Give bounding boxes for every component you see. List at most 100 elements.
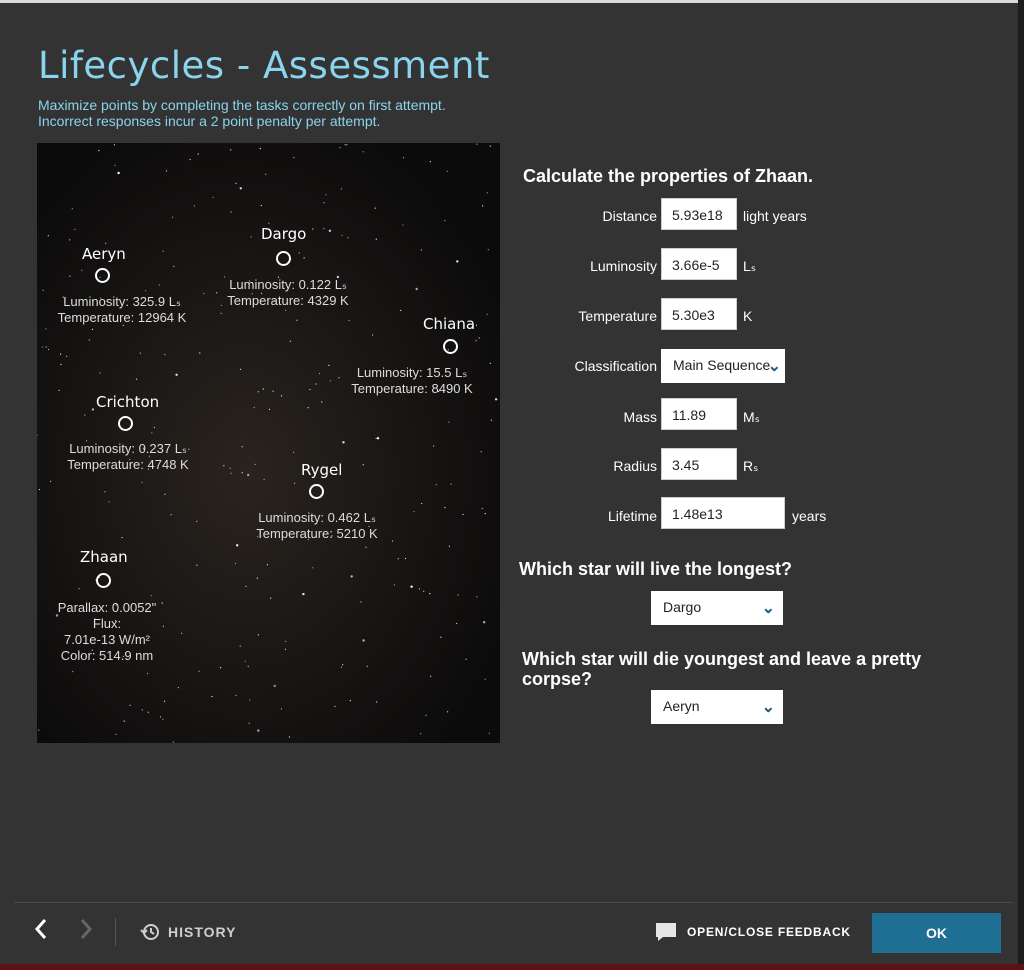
star-info-aeryn-temperature: Temperature: 12964 K	[57, 310, 187, 325]
radius-input[interactable]: 3.45	[661, 448, 737, 480]
classification-select[interactable]: Main Sequence ⌄	[661, 349, 785, 383]
background-star	[159, 716, 162, 718]
longest-life-select-value: Dargo	[663, 599, 702, 615]
mass-unit: Mₛ	[743, 409, 760, 425]
background-star	[260, 204, 262, 207]
background-star	[328, 229, 332, 232]
background-star	[212, 196, 214, 198]
background-star	[329, 380, 331, 382]
star-marker-chiana[interactable]	[443, 339, 458, 354]
background-star	[374, 207, 376, 209]
lifetime-input[interactable]: 1.48e13	[661, 497, 785, 529]
page-title: Lifecycles - Assessment	[38, 44, 490, 87]
background-star	[241, 472, 243, 474]
question-die-youngest: Which star will die youngest and leave a…	[522, 649, 921, 689]
star-info-zhaan-flux-label: Flux:	[92, 616, 122, 631]
background-star	[393, 584, 395, 586]
die-youngest-select[interactable]: Aeryn ⌄	[651, 690, 783, 724]
background-star	[456, 260, 459, 263]
background-star	[307, 407, 309, 409]
luminosity-input[interactable]: 3.66e-5	[661, 248, 737, 280]
ok-button[interactable]: OK	[872, 913, 1001, 953]
background-star	[47, 235, 49, 237]
background-star	[230, 211, 232, 213]
background-star	[257, 729, 260, 732]
star-info-chiana-temperature: Temperature: 8490 K	[351, 381, 473, 396]
background-star	[189, 158, 191, 161]
background-star	[296, 319, 298, 321]
history-button[interactable]: HISTORY	[140, 922, 236, 942]
background-star	[263, 478, 265, 481]
background-star	[88, 339, 90, 341]
background-star	[402, 224, 404, 226]
background-star	[146, 672, 149, 675]
star-marker-aeryn[interactable]	[95, 268, 110, 283]
back-button[interactable]	[33, 916, 49, 949]
background-star	[375, 238, 377, 240]
star-info-rygel-temperature: Temperature: 5210 K	[256, 526, 378, 541]
luminosity-label: Luminosity	[590, 258, 657, 274]
star-label-crichton: Crichton	[96, 393, 160, 411]
background-star	[91, 328, 94, 330]
star-marker-zhaan[interactable]	[96, 573, 111, 588]
background-star	[435, 484, 437, 486]
background-star	[37, 434, 38, 436]
background-star	[321, 401, 323, 403]
background-star	[348, 319, 350, 322]
star-marker-dargo[interactable]	[276, 251, 291, 266]
background-star	[45, 346, 47, 348]
window-top-border	[0, 0, 1018, 3]
background-star	[481, 507, 483, 510]
instructions-line-1: Maximize points by completing the tasks …	[38, 97, 446, 113]
longest-life-select[interactable]: Dargo ⌄	[651, 591, 783, 625]
star-marker-rygel[interactable]	[309, 484, 324, 499]
background-star	[262, 388, 264, 390]
classification-label: Classification	[574, 358, 657, 374]
radius-label: Radius	[613, 458, 657, 474]
footer-divider	[14, 902, 1013, 903]
background-star	[486, 313, 488, 315]
background-star	[400, 309, 402, 311]
background-star	[475, 340, 477, 342]
temperature-input[interactable]: 5.30e3	[661, 298, 737, 330]
forward-button[interactable]	[78, 916, 94, 949]
star-marker-crichton[interactable]	[118, 416, 133, 431]
background-star	[170, 514, 172, 516]
star-info-zhaan-flux-value: 7.01e-13 W/m²	[64, 632, 150, 647]
background-star	[147, 711, 149, 713]
star-label-aeryn: Aeryn	[82, 245, 126, 263]
background-star	[248, 722, 250, 724]
background-star	[376, 701, 378, 703]
lifetime-label: Lifetime	[607, 508, 657, 524]
background-star	[372, 334, 374, 336]
background-star	[285, 309, 287, 311]
background-star	[115, 733, 117, 736]
background-star	[129, 704, 131, 706]
background-star	[45, 328, 47, 330]
distance-input[interactable]: 5.93e18	[661, 198, 737, 230]
background-star	[450, 483, 452, 485]
background-star	[339, 147, 341, 149]
background-star	[312, 567, 314, 569]
background-star	[47, 348, 50, 351]
background-star	[312, 228, 314, 230]
background-star	[250, 236, 252, 238]
luminosity-unit: Lₛ	[743, 258, 757, 274]
history-label: HISTORY	[168, 924, 237, 940]
background-star	[230, 472, 232, 474]
background-star	[484, 513, 486, 515]
background-star	[211, 695, 213, 698]
mass-input[interactable]: 11.89	[661, 398, 737, 430]
background-star	[325, 194, 327, 196]
background-star	[456, 622, 458, 625]
background-star	[429, 161, 431, 163]
background-star	[172, 216, 174, 218]
background-star	[430, 675, 432, 677]
background-star	[280, 708, 283, 710]
nav-divider	[115, 918, 116, 946]
feedback-toggle-button[interactable]: OPEN/CLOSE FEEDBACK	[655, 922, 851, 942]
background-star	[268, 408, 271, 410]
background-star	[478, 337, 480, 339]
background-star	[99, 372, 101, 374]
background-star	[241, 446, 243, 448]
